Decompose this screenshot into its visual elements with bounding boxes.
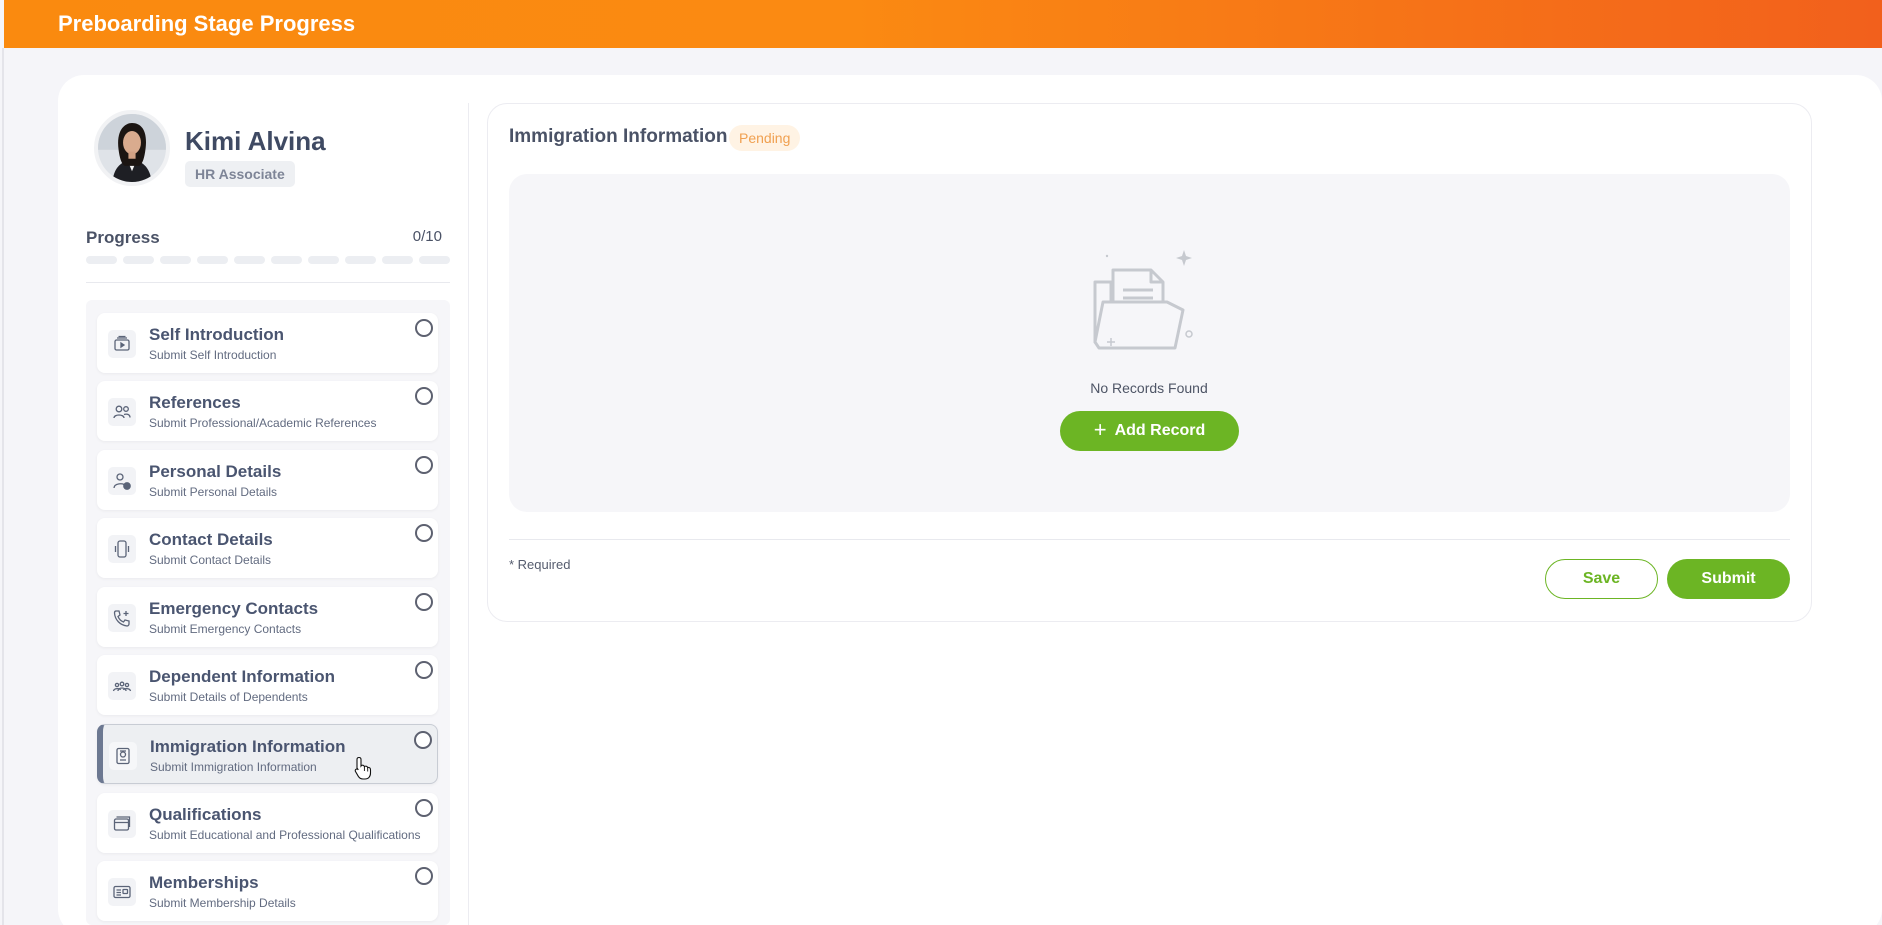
required-note: * Required (509, 557, 571, 572)
step-dependent-information[interactable]: Dependent Information Submit Details of … (97, 655, 438, 715)
status-radio-icon (415, 799, 433, 817)
progress-segment (234, 256, 265, 264)
step-personal-details[interactable]: Personal Details Submit Personal Details (97, 450, 438, 510)
status-radio-icon (415, 456, 433, 474)
status-radio-icon (415, 661, 433, 679)
add-record-button[interactable]: + Add Record (1060, 411, 1239, 451)
status-radio-icon (415, 387, 433, 405)
progress-segment (86, 256, 117, 264)
empty-folder-icon (1093, 250, 1193, 350)
step-title: Immigration Information (150, 737, 346, 756)
step-emergency-contacts[interactable]: Emergency Contacts Submit Emergency Cont… (97, 587, 438, 647)
step-subtitle: Submit Contact Details (149, 553, 272, 567)
progress-segment (419, 256, 450, 264)
page-title: Preboarding Stage Progress (58, 11, 356, 36)
step-list[interactable]: Self Introduction Submit Self Introducti… (86, 300, 450, 925)
plus-icon: + (1093, 417, 1107, 442)
avatar (94, 110, 170, 186)
progress-segment (308, 256, 339, 264)
step-title: Contact Details (149, 530, 273, 549)
progress-segment (382, 256, 413, 264)
user-info-icon (108, 467, 136, 495)
hand-cursor-icon (354, 756, 372, 780)
progress-segment (345, 256, 376, 264)
divider (86, 282, 450, 283)
step-contact-details[interactable]: Contact Details Submit Contact Details (97, 518, 438, 578)
progress-segment (123, 256, 154, 264)
step-references[interactable]: References Submit Professional/Academic … (97, 381, 438, 441)
step-subtitle: Submit Emergency Contacts (149, 622, 302, 636)
top-header-bar: Preboarding Stage Progress (4, 0, 1882, 48)
family-icon (108, 672, 136, 700)
user-name: Kimi Alvina (185, 126, 326, 156)
id-card-icon (108, 878, 136, 906)
step-title: Memberships (149, 873, 259, 892)
status-radio-icon (414, 731, 432, 749)
passport-icon (109, 742, 137, 770)
step-subtitle: Submit Immigration Information (150, 760, 317, 774)
step-self-introduction[interactable]: Self Introduction Submit Self Introducti… (97, 313, 438, 373)
left-border (2, 48, 4, 925)
step-subtitle: Submit Educational and Professional Qual… (149, 828, 421, 842)
step-memberships[interactable]: Memberships Submit Membership Details (97, 861, 438, 921)
phone-plus-icon (108, 604, 136, 632)
progress-segment (160, 256, 191, 264)
step-subtitle: Submit Details of Dependents (149, 690, 308, 704)
status-badge: Pending (729, 125, 801, 151)
step-title: Dependent Information (149, 667, 336, 686)
step-title: Emergency Contacts (149, 599, 319, 618)
step-title: Self Introduction (149, 325, 285, 344)
step-subtitle: Submit Professional/Academic References (149, 416, 377, 430)
status-radio-icon (415, 867, 433, 885)
step-title: Personal Details (149, 462, 282, 481)
video-icon (108, 330, 136, 358)
step-subtitle: Submit Membership Details (149, 896, 296, 910)
divider (509, 539, 1790, 540)
save-button[interactable]: Save (1545, 559, 1658, 599)
step-title: References (149, 393, 241, 412)
submit-button[interactable]: Submit (1667, 559, 1790, 599)
status-radio-icon (415, 524, 433, 542)
empty-state-text: No Records Found (1090, 380, 1208, 396)
people-icon (108, 398, 136, 426)
progress-label: Progress (86, 228, 160, 247)
panel-title: Immigration Information (509, 126, 728, 147)
step-qualifications[interactable]: Qualifications Submit Educational and Pr… (97, 793, 438, 853)
progress-count: 0/10 (412, 228, 442, 245)
progress-segment (197, 256, 228, 264)
add-record-label: Add Record (1114, 422, 1206, 439)
status-radio-icon (415, 593, 433, 611)
step-subtitle: Submit Personal Details (149, 485, 278, 499)
role-badge: HR Associate (185, 161, 295, 187)
step-title: Qualifications (149, 805, 262, 824)
progress-segment (271, 256, 302, 264)
progress-bar (86, 256, 450, 264)
step-immigration-information[interactable]: Immigration Information Submit Immigrati… (97, 724, 438, 784)
phone-icon (108, 535, 136, 563)
column-divider (468, 103, 469, 925)
status-radio-icon (415, 319, 433, 337)
cards-icon (108, 810, 136, 838)
step-subtitle: Submit Self Introduction (149, 348, 277, 362)
